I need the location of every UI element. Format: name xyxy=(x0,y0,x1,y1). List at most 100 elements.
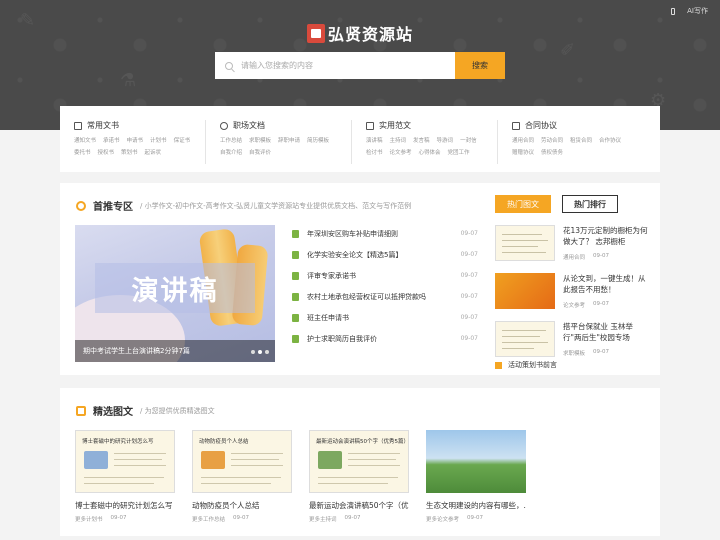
hot-title[interactable]: 花13万元定制的橱柜为何做大了？ 志邦橱柜 xyxy=(563,225,650,249)
category-title[interactable]: 合同协议 xyxy=(525,120,557,131)
category-link[interactable]: 债权债务 xyxy=(541,148,563,156)
category-header[interactable]: 合同协议 xyxy=(512,120,644,131)
carousel-dot[interactable] xyxy=(265,350,269,354)
image-card[interactable]: 博士套磁中的研究计划怎么写 博士套磁中的研究计划怎么写 更多计划书 09-07 xyxy=(75,430,175,523)
category-title[interactable]: 职场文档 xyxy=(233,120,265,131)
hot-category[interactable]: 论文参考 xyxy=(563,301,585,309)
category-title[interactable]: 实用范文 xyxy=(379,120,411,131)
selected-grid: 博士套磁中的研究计划怎么写 博士套磁中的研究计划怎么写 更多计划书 09-07 … xyxy=(75,430,526,523)
category-link[interactable]: 导游词 xyxy=(437,136,454,144)
category-bar: 常用文书 通知文书 承诺书 申请书 计划书 保证书 委托书 授权书 策划书 起诉… xyxy=(60,106,660,172)
list-item-title[interactable]: 化学实验安全论文【精选5篇】 xyxy=(307,250,461,260)
card-title[interactable]: 博士套磁中的研究计划怎么写 xyxy=(75,500,175,511)
banner-caption[interactable]: 期中考试学生上台演讲稿2分钟7篇 xyxy=(75,340,275,362)
hot-item[interactable]: 花13万元定制的橱柜为何做大了？ 志邦橱柜 通用合同 09-07 xyxy=(495,225,650,273)
category-link[interactable]: 计划书 xyxy=(150,136,167,144)
category-link[interactable]: 通知文书 xyxy=(74,136,96,144)
list-item[interactable]: 护士求职简历自我评价 09-07 xyxy=(292,328,478,349)
category-link[interactable]: 工作总结 xyxy=(220,136,242,144)
category-link[interactable]: 起诉状 xyxy=(145,148,162,156)
card-title[interactable]: 动物防疫员个人总结 xyxy=(192,500,292,511)
image-card[interactable]: 最新运动会演讲稿50个字（优秀5篇） 最新运动会演讲稿50个字（优... 更多主… xyxy=(309,430,409,523)
category-title[interactable]: 常用文书 xyxy=(87,120,119,131)
category-link[interactable]: 论文参考 xyxy=(390,148,412,156)
category-link[interactable]: 策划书 xyxy=(121,148,138,156)
tab-hot-posts[interactable]: 热门图文 xyxy=(495,195,551,213)
category-link[interactable]: 心得体会 xyxy=(419,148,441,156)
featured-banner[interactable]: 演讲稿 期中考试学生上台演讲稿2分钟7篇 xyxy=(75,225,275,362)
list-item[interactable]: 年深圳安区购车补贴申请细则 09-07 xyxy=(292,223,478,244)
category-link[interactable]: 申请书 xyxy=(127,136,144,144)
category-link[interactable]: 演讲稿 xyxy=(366,136,383,144)
list-item-title[interactable]: 农村土地承包经营权证可以抵押贷款吗 xyxy=(307,292,461,302)
card-thumbnail-photo[interactable] xyxy=(426,430,526,493)
category-link[interactable]: 合作协议 xyxy=(599,136,621,144)
category-header[interactable]: 职场文档 xyxy=(220,120,351,131)
carousel-dot[interactable] xyxy=(251,350,255,354)
category-header[interactable]: 常用文书 xyxy=(74,120,205,131)
category-link[interactable]: 自我评价 xyxy=(249,148,271,156)
category-link[interactable]: 承诺书 xyxy=(103,136,120,144)
hot-category[interactable]: 求职模板 xyxy=(563,349,585,357)
hot-title[interactable]: 搭平台保就业 玉林举行"两后生"校园专场 xyxy=(563,321,650,345)
category-link[interactable]: 租赁合同 xyxy=(570,136,592,144)
phone-icon[interactable] xyxy=(671,7,676,15)
card-category[interactable]: 更多主持词 xyxy=(309,515,337,523)
category-link[interactable]: 保证书 xyxy=(174,136,191,144)
category-link[interactable]: 自我介绍 xyxy=(220,148,242,156)
carousel-dot[interactable] xyxy=(258,350,262,354)
card-thumbnail[interactable]: 博士套磁中的研究计划怎么写 xyxy=(75,430,175,493)
thumb-title: 最新运动会演讲稿50个字（优秀5篇） xyxy=(316,439,409,445)
hot-category[interactable]: 通用合同 xyxy=(563,253,585,261)
card-category[interactable]: 更多论文参考 xyxy=(426,515,459,523)
search-input[interactable] xyxy=(241,61,441,70)
image-card[interactable]: 动物防疫员个人总结 动物防疫员个人总结 更多工作总结 09-07 xyxy=(192,430,292,523)
category-link[interactable]: 主持词 xyxy=(390,136,407,144)
card-thumbnail[interactable]: 最新运动会演讲稿50个字（优秀5篇） xyxy=(309,430,409,493)
logo-book-icon xyxy=(307,23,325,43)
card-category[interactable]: 更多工作总结 xyxy=(192,515,225,523)
card-title[interactable]: 最新运动会演讲稿50个字（优... xyxy=(309,500,409,511)
list-item[interactable]: 化学实验安全论文【精选5篇】 09-07 xyxy=(292,244,478,265)
list-item-title[interactable]: 班主任申请书 xyxy=(307,313,461,323)
hot-thumbnail[interactable] xyxy=(495,225,555,261)
hot-thumbnail[interactable] xyxy=(495,321,555,357)
search-button[interactable]: 搜索 xyxy=(455,52,505,79)
recommend-section: 首推专区 / 小学作文-初中作文-高考作文-弘贤儿童文学资源站专业提供优质文档、… xyxy=(60,183,660,375)
category-header[interactable]: 实用范文 xyxy=(366,120,497,131)
hot-extra-title[interactable]: 活动策划书前言 xyxy=(508,360,557,370)
category-link[interactable]: 辞职申请 xyxy=(278,136,300,144)
category-link[interactable]: 发言稿 xyxy=(413,136,430,144)
hot-extra-item[interactable]: 活动策划书前言 xyxy=(495,360,557,370)
site-logo[interactable]: 弘贤资源站 xyxy=(307,21,413,45)
category-link[interactable]: 简历模板 xyxy=(307,136,329,144)
category-link[interactable]: 检讨书 xyxy=(366,148,383,156)
card-date: 09-07 xyxy=(110,515,127,521)
category-link[interactable]: 赠赠协议 xyxy=(512,148,534,156)
hot-item[interactable]: 从论文到，一键生成！从此报告不用愁！ 论文参考 09-07 xyxy=(495,273,650,321)
ai-writing-link[interactable]: AI写作 xyxy=(671,6,708,16)
category-link[interactable]: 通用合同 xyxy=(512,136,534,144)
hot-title[interactable]: 从论文到，一键生成！从此报告不用愁！ xyxy=(563,273,650,297)
list-item-title[interactable]: 护士求职简历自我评价 xyxy=(307,334,461,344)
list-item-title[interactable]: 评审专家承诺书 xyxy=(307,271,461,281)
category-links: 通知文书 承诺书 申请书 计划书 保证书 委托书 授权书 策划书 起诉状 xyxy=(74,136,199,156)
card-category[interactable]: 更多计划书 xyxy=(75,515,103,523)
category-link[interactable]: 劳动合同 xyxy=(541,136,563,144)
card-title[interactable]: 生态文明建设的内容有哪些，... xyxy=(426,500,526,511)
category-link[interactable]: 一封信 xyxy=(460,136,477,144)
list-item-title[interactable]: 年深圳安区购车补贴申请细则 xyxy=(307,229,461,239)
list-item[interactable]: 评审专家承诺书 09-07 xyxy=(292,265,478,286)
hot-thumbnail[interactable] xyxy=(495,273,555,309)
category-link[interactable]: 委托书 xyxy=(74,148,91,156)
image-card[interactable]: 生态文明建设的内容有哪些，... 更多论文参考 09-07 xyxy=(426,430,526,523)
category-link[interactable]: 授权书 xyxy=(98,148,115,156)
category-link[interactable]: 求职模板 xyxy=(249,136,271,144)
ai-writing-label[interactable]: AI写作 xyxy=(687,6,708,16)
list-item[interactable]: 农村土地承包经营权证可以抵押贷款吗 09-07 xyxy=(292,286,478,307)
category-link[interactable]: 党团工作 xyxy=(448,148,470,156)
list-item[interactable]: 班主任申请书 09-07 xyxy=(292,307,478,328)
section-subtitle: / 为您提供优质精选图文 xyxy=(140,406,215,415)
tab-hot-ranking[interactable]: 热门排行 xyxy=(562,195,618,213)
card-thumbnail[interactable]: 动物防疫员个人总结 xyxy=(192,430,292,493)
